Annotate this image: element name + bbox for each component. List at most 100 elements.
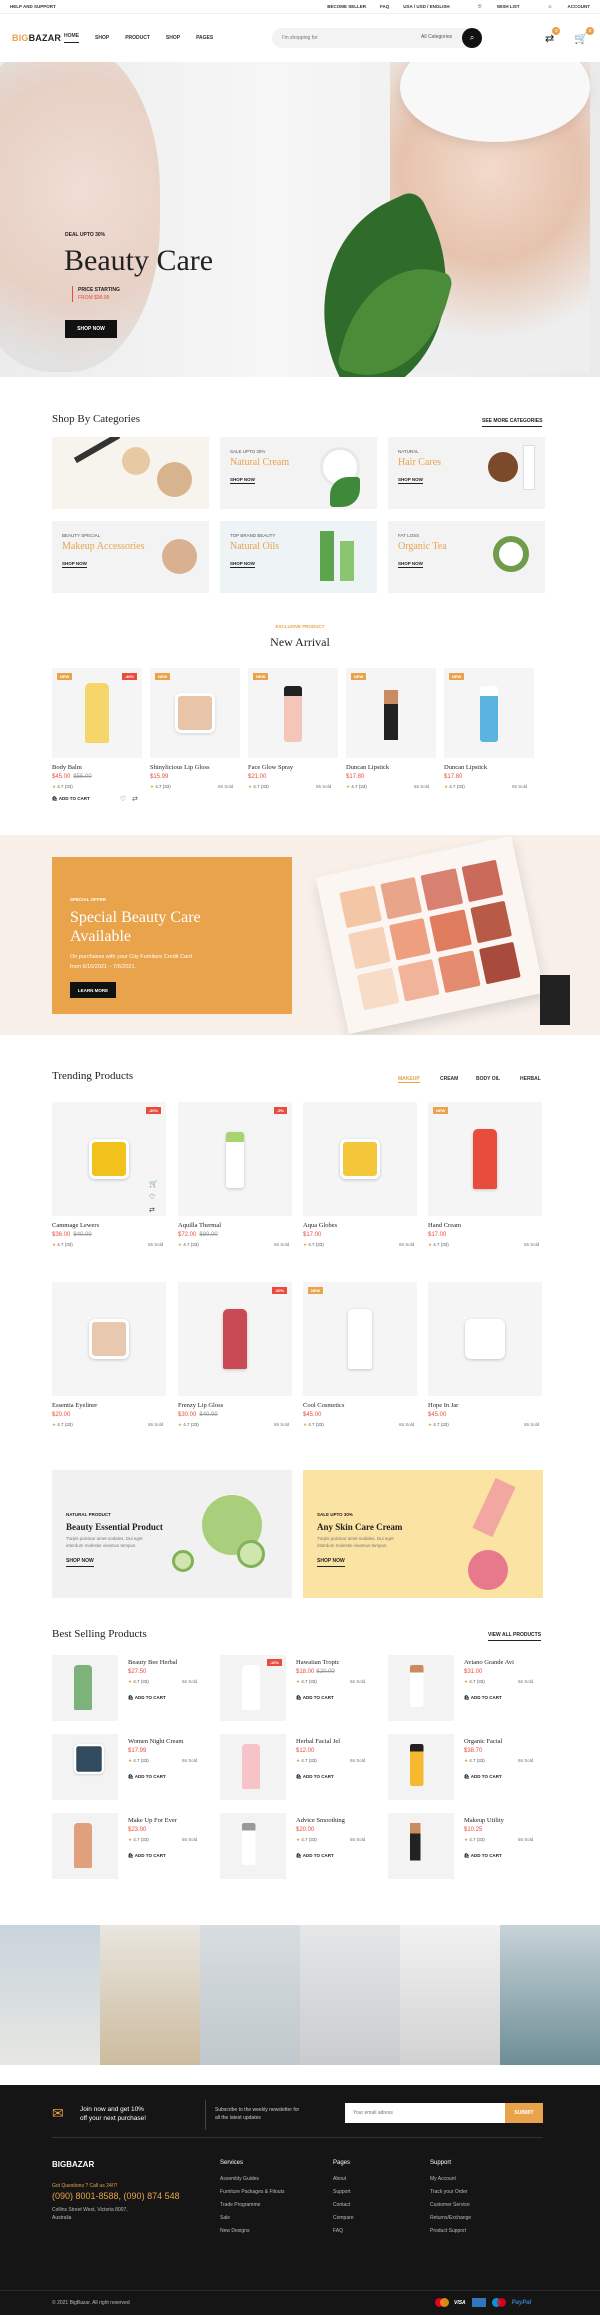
add-to-cart-button[interactable]: 🛍 ADD TO CART [52,796,90,802]
footer-link[interactable]: About [333,2176,354,2182]
nav-pages[interactable]: PAGES [196,35,213,41]
product-name[interactable]: Cammage Lewers [52,1222,99,1229]
add-to-cart-button[interactable]: 🛍 ADD TO CART [464,1853,502,1859]
add-to-cart-button[interactable]: 🛍 ADD TO CART [464,1774,502,1780]
product-name[interactable]: Make Up For Ever [128,1817,177,1824]
category-tile-natural-cream[interactable]: SALE UPTO 30% Natural Cream SHOP NOW [220,437,377,509]
tile-shop-now[interactable]: SHOP NOW [230,561,255,568]
product-name[interactable]: Body Balm [52,764,82,771]
become-seller-link[interactable]: BECOME SELLER [327,4,366,9]
add-to-cart-button[interactable]: 🛍 ADD TO CART [128,1853,166,1859]
category-tile-natural-oils[interactable]: TOP BRAND BEAUTY Natural Oils SHOP NOW [220,521,377,593]
add-to-cart-button[interactable]: 🛍 ADD TO CART [296,1695,334,1701]
add-to-cart-button[interactable]: 🛍 ADD TO CART [128,1774,166,1780]
heart-icon[interactable]: ♡ [149,1193,155,1201]
gallery-image-6[interactable] [500,1925,600,2065]
nav-product[interactable]: PRODUCT [125,35,150,41]
tab-body-oil[interactable]: BODY OIL [476,1076,500,1082]
product-name[interactable]: Essentia Eyeliner [52,1402,97,1409]
gallery-image-1[interactable] [0,1925,100,2065]
help-link[interactable]: HELP AND SUPPORT [10,4,56,9]
compare-icon[interactable]: ⇄ [132,795,138,803]
product-name[interactable]: Aquilla Thermal [178,1222,221,1229]
cart-button[interactable]: 🛒 0 [564,26,594,45]
product-name[interactable]: Organic Facial [464,1738,502,1745]
account-link[interactable]: ☺ ACCOUNT [534,4,590,9]
logo[interactable]: BIGBAZAR [12,33,61,43]
compare-button[interactable]: ⇄ 0 [535,26,561,45]
banner-skin-care-cream[interactable]: SALE UPTO 30% Any Skin Care Cream Turpis… [303,1470,543,1598]
add-to-cart-button[interactable]: 🛍 ADD TO CART [296,1774,334,1780]
category-tile-makeup-accessories[interactable]: BEAUTY SPECIAL Makeup Accessories SHOP N… [52,521,209,593]
category-tile-makeup-tools[interactable] [52,437,209,509]
gallery-image-4[interactable] [300,1925,400,2065]
product-name[interactable]: Makeup Utility [464,1817,504,1824]
footer-link[interactable]: Product Support [430,2228,471,2234]
product-name[interactable]: Hope In Jar [428,1402,458,1409]
product-name[interactable]: Women Night Cream [128,1738,183,1745]
footer-link[interactable]: Furniture Packages & Fitouts [220,2189,284,2195]
faq-link[interactable]: FAQ [380,4,389,9]
locale-select[interactable]: USA / USD / ENGLISH [403,4,449,9]
product-name[interactable]: Aqua Globes [303,1222,337,1229]
subscribe-button[interactable]: SUBMIT [505,2103,543,2123]
newsletter-email-input[interactable] [345,2103,505,2123]
cart-icon[interactable]: 🛒 [149,1180,158,1188]
nav-shop[interactable]: SHOP [95,35,109,41]
footer-phone[interactable]: (090) 8001-8588, (090) 874 548 [52,2191,180,2201]
banner-shop-now[interactable]: SHOP NOW [66,1558,94,1567]
footer-link[interactable]: FAQ [333,2228,354,2234]
product-card-image[interactable] [388,1813,454,1879]
search-button[interactable]: ⌕ [462,28,483,48]
category-tile-organic-tea[interactable]: FAT LOSS Organic Tea SHOP NOW [388,521,545,593]
footer-link[interactable]: Returns/Exchange [430,2215,471,2221]
tile-shop-now[interactable]: SHOP NOW [62,561,87,568]
add-to-cart-button[interactable]: 🛍 ADD TO CART [464,1695,502,1701]
product-name[interactable]: Herbal Facial Jel [296,1738,340,1745]
wishlist-link[interactable]: ♡ WISH LIST [464,4,520,10]
product-name[interactable]: Advice Smoothing [296,1817,345,1824]
product-name[interactable]: Duncan Lipstick [444,764,487,771]
tile-shop-now[interactable]: SHOP NOW [398,477,423,484]
product-name[interactable]: Shinylicious Lip Gloss [150,764,210,771]
gallery-image-2[interactable] [100,1925,200,2065]
footer-link[interactable]: New Designs [220,2228,284,2234]
footer-link[interactable]: Compare [333,2215,354,2221]
product-name[interactable]: Face Glow Spray [248,764,293,771]
product-name[interactable]: Duncan Lipstick [346,764,389,771]
product-name[interactable]: Beauty Bee Herbal [128,1659,177,1666]
gallery-image-5[interactable] [400,1925,500,2065]
add-to-cart-button[interactable]: 🛍 ADD TO CART [128,1695,166,1701]
gallery-image-3[interactable] [200,1925,300,2065]
footer-link[interactable]: Trade Programme [220,2202,284,2208]
nav-shop-2[interactable]: SHOP [166,35,180,41]
banner-shop-now[interactable]: SHOP NOW [317,1558,345,1567]
product-name[interactable]: Frenzy Lip Gloss [178,1402,223,1409]
view-all-products-link[interactable]: VIEW ALL PRODUCTS [488,1632,542,1641]
learn-more-button[interactable]: LEARN MORE [70,982,116,998]
search-category-select[interactable]: All Categories [421,34,452,40]
tile-shop-now[interactable]: SHOP NOW [230,477,255,484]
footer-link[interactable]: My Account [430,2176,471,2182]
banner-beauty-essential[interactable]: NATURAL PRODUCT Beauty Essential Product… [52,1470,292,1598]
footer-link[interactable]: Sale [220,2215,284,2221]
wishlist-icon[interactable]: ♡ [120,795,126,803]
search-input[interactable] [272,28,393,48]
footer-link[interactable]: Customer Service [430,2202,471,2208]
product-name[interactable]: Hawaiian Tropic [296,1659,340,1666]
hero-shop-now-button[interactable]: SHOP NOW [65,320,117,338]
nav-home[interactable]: HOME [64,33,80,43]
tile-shop-now[interactable]: SHOP NOW [398,561,423,568]
footer-link[interactable]: Contact [333,2202,354,2208]
product-name[interactable]: Cool Cosmetics [303,1402,344,1409]
compare-icon[interactable]: ⇄ [149,1206,155,1214]
tab-herbal[interactable]: HERBAL [520,1076,541,1082]
tab-makeup[interactable]: MAKEUP [398,1076,420,1083]
product-name[interactable]: Hand Cream [428,1222,461,1229]
footer-link[interactable]: Support [333,2189,354,2195]
footer-link[interactable]: Assembly Guides [220,2176,284,2182]
see-more-categories-link[interactable]: SEE MORE CATEGORIES [482,418,543,427]
tab-cream[interactable]: CREAM [440,1076,458,1082]
category-tile-hair-cares[interactable]: NATURAL Hair Cares SHOP NOW [388,437,545,509]
product-name[interactable]: Aviano Grande Avi [464,1659,514,1666]
